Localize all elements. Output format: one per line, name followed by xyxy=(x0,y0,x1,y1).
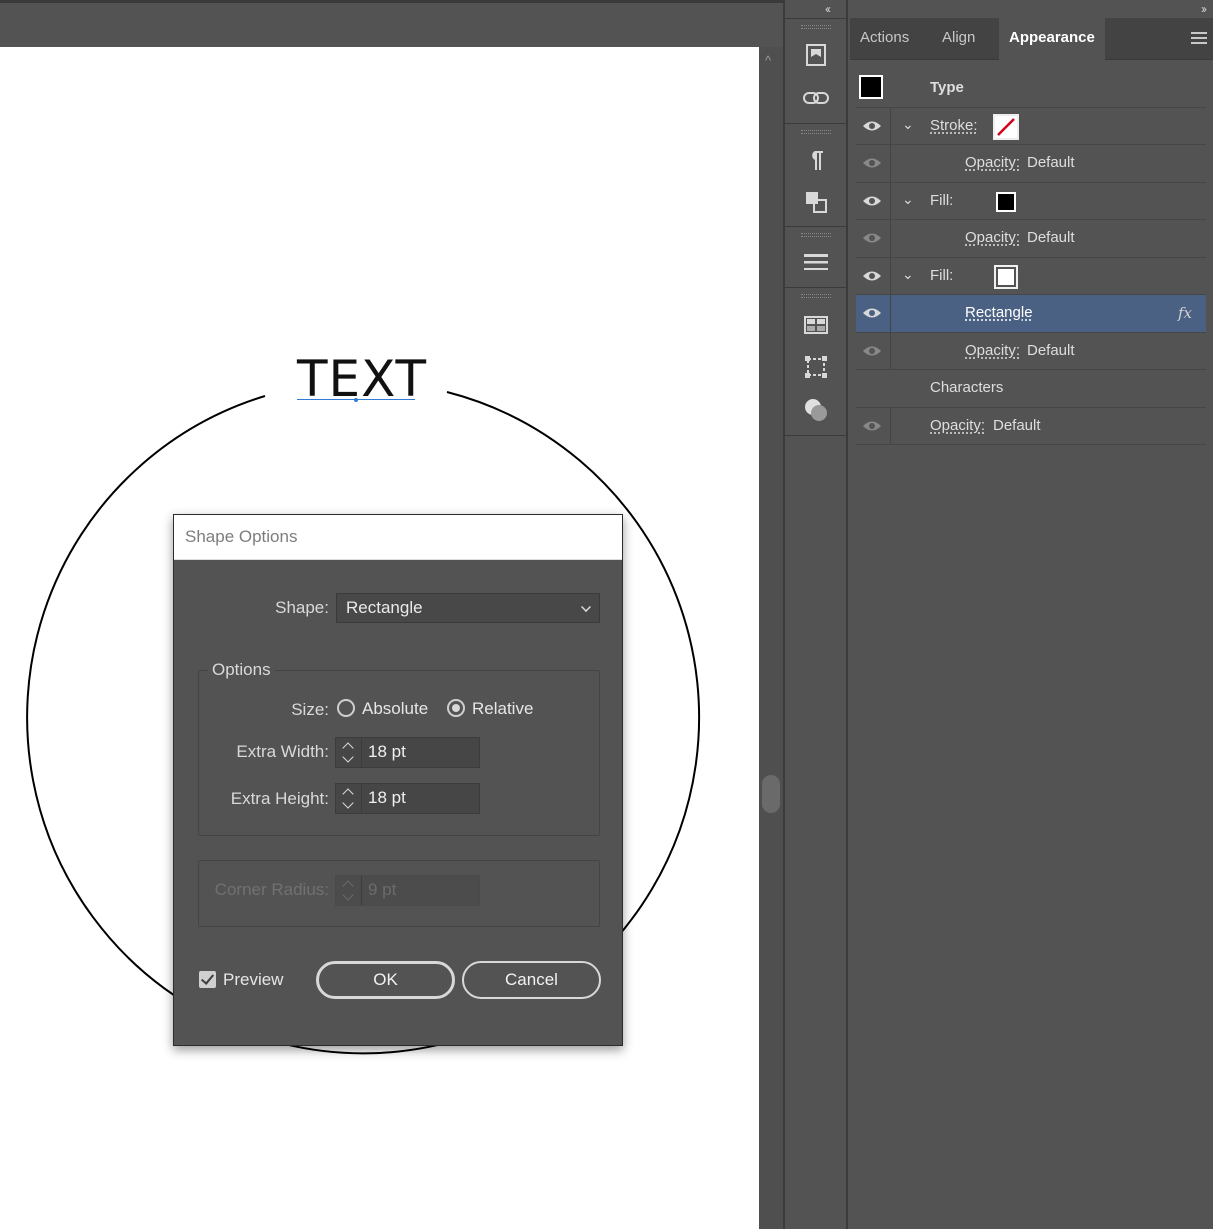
artboards-icon[interactable] xyxy=(799,40,833,70)
appearance-panel: ›› Actions Align Appearance Type ⌄ Strok… xyxy=(850,0,1213,1229)
size-label: Size: xyxy=(291,700,329,719)
opacity-label[interactable]: Opacity: xyxy=(965,229,1020,246)
dialog-title[interactable]: Shape Options xyxy=(174,515,622,560)
opacity-row[interactable]: Opacity: Default xyxy=(856,332,1206,370)
size-relative-radio[interactable] xyxy=(447,699,465,717)
extra-width-stepper[interactable]: 18 pt xyxy=(335,737,480,768)
illustrator-window: TEXT ^ ‹‹ ›› Actions Align Appearance Ty… xyxy=(0,0,1213,1229)
appearance-header-row: Type xyxy=(856,70,1206,108)
opacity-value: Default xyxy=(1027,229,1075,246)
eye-icon[interactable] xyxy=(862,269,882,283)
eye-icon[interactable] xyxy=(862,306,882,320)
chevron-down-icon xyxy=(581,602,591,612)
artboard-bounds-icon[interactable] xyxy=(799,352,833,382)
fill-swatch-white[interactable] xyxy=(994,264,1018,289)
extra-width-label: Extra Width: xyxy=(236,742,329,761)
group-grip[interactable] xyxy=(801,25,831,29)
header-type-label: Type xyxy=(930,79,964,96)
fill-label: Fill: xyxy=(930,191,954,209)
ok-button[interactable]: OK xyxy=(316,961,455,999)
opacity-value: Default xyxy=(993,416,1041,434)
stroke-icon[interactable] xyxy=(799,247,833,277)
stepper-arrows-icon[interactable] xyxy=(336,784,362,813)
appearance-icon[interactable] xyxy=(799,395,833,425)
paragraph-icon[interactable] xyxy=(799,145,833,175)
panel-menu-icon[interactable] xyxy=(1191,32,1207,46)
corner-radius-stepper: 9 pt xyxy=(335,875,480,906)
eye-icon[interactable] xyxy=(862,419,882,433)
shape-label: Shape: xyxy=(275,598,329,617)
extra-height-value[interactable]: 18 pt xyxy=(368,788,406,808)
panel-icon-strip: ‹‹ xyxy=(783,0,848,1229)
tab-appearance[interactable]: Appearance xyxy=(999,18,1105,60)
opacity-value: Default xyxy=(1027,154,1075,171)
swatches-icon[interactable] xyxy=(799,310,833,340)
effect-row-rectangle[interactable]: Rectangle fx xyxy=(856,295,1206,333)
extra-height-stepper[interactable]: 18 pt xyxy=(335,783,480,814)
extra-height-label: Extra Height: xyxy=(230,789,329,808)
eye-icon[interactable] xyxy=(862,119,882,133)
opacity-row[interactable]: Opacity: Default xyxy=(856,145,1206,183)
stroke-swatch[interactable] xyxy=(993,113,1019,140)
eye-icon[interactable] xyxy=(862,156,882,170)
preview-checkbox[interactable] xyxy=(199,971,216,988)
extra-width-value[interactable]: 18 pt xyxy=(368,742,406,762)
size-absolute-radio[interactable] xyxy=(337,699,355,717)
eye-icon[interactable] xyxy=(862,344,882,358)
stepper-arrows-icon[interactable] xyxy=(336,738,362,767)
opacity-label[interactable]: Opacity: xyxy=(965,342,1020,359)
stroke-label[interactable]: Stroke: xyxy=(930,117,978,134)
shape-options-dialog: Shape Options Shape: Rectangle Options S… xyxy=(173,514,623,1046)
group-grip[interactable] xyxy=(801,294,831,298)
scroll-thumb[interactable] xyxy=(762,775,780,813)
eye-icon[interactable] xyxy=(862,231,882,245)
fill-row[interactable]: ⌄ Fill: xyxy=(856,182,1206,220)
opacity-row[interactable]: Opacity: Default xyxy=(856,407,1206,445)
fill-row[interactable]: ⌄ Fill: xyxy=(856,257,1206,295)
opacity-label[interactable]: Opacity: xyxy=(930,417,985,434)
document-tab-bar xyxy=(0,0,783,47)
characters-label[interactable]: Characters xyxy=(930,379,1003,396)
eye-icon[interactable] xyxy=(862,194,882,208)
opacity-value: Default xyxy=(1027,341,1075,359)
cancel-button[interactable]: Cancel xyxy=(462,961,601,999)
chevron-down-icon[interactable]: ⌄ xyxy=(902,266,914,283)
corner-radius-label: Corner Radius: xyxy=(214,880,329,899)
scroll-up-icon[interactable]: ^ xyxy=(765,53,771,68)
links-icon[interactable] xyxy=(799,83,833,113)
corner-radius-value: 9 pt xyxy=(368,880,397,899)
options-legend: Options xyxy=(208,660,275,680)
group-grip[interactable] xyxy=(801,130,831,134)
opacity-label[interactable]: Opacity: xyxy=(965,154,1020,171)
tab-align[interactable]: Align xyxy=(932,18,985,60)
group-grip[interactable] xyxy=(801,233,831,237)
transform-icon[interactable] xyxy=(799,187,833,217)
size-relative-label[interactable]: Relative xyxy=(472,699,533,719)
stroke-row[interactable]: ⌄ Stroke: xyxy=(856,107,1206,145)
opacity-row[interactable]: Opacity: Default xyxy=(856,220,1206,258)
size-absolute-label[interactable]: Absolute xyxy=(362,699,428,719)
chevron-down-icon[interactable]: ⌄ xyxy=(902,191,914,208)
collapse-arrows-icon[interactable]: ‹‹ xyxy=(825,2,831,16)
appearance-list: Type ⌄ Stroke: Opacity: Default ⌄ Fill: xyxy=(856,70,1206,445)
text-baseline xyxy=(297,399,415,400)
fill-label: Fill: xyxy=(930,266,954,284)
fill-swatch-black[interactable] xyxy=(996,191,1016,212)
vertical-scrollbar[interactable]: ^ xyxy=(759,47,783,1229)
expand-arrows-icon[interactable]: ›› xyxy=(1201,2,1207,16)
shape-dropdown[interactable]: Rectangle xyxy=(336,593,600,623)
characters-row[interactable]: Characters xyxy=(856,370,1206,408)
panel-tab-bar: Actions Align Appearance xyxy=(850,18,1213,60)
preview-label[interactable]: Preview xyxy=(223,970,283,990)
shape-dropdown-value: Rectangle xyxy=(346,598,423,617)
stepper-arrows-icon xyxy=(336,876,362,905)
chevron-down-icon[interactable]: ⌄ xyxy=(902,116,914,133)
fx-icon[interactable]: fx xyxy=(1178,304,1192,322)
type-thumbnail xyxy=(859,75,883,99)
effect-rectangle-label[interactable]: Rectangle xyxy=(965,304,1033,321)
tab-actions[interactable]: Actions xyxy=(850,18,919,60)
